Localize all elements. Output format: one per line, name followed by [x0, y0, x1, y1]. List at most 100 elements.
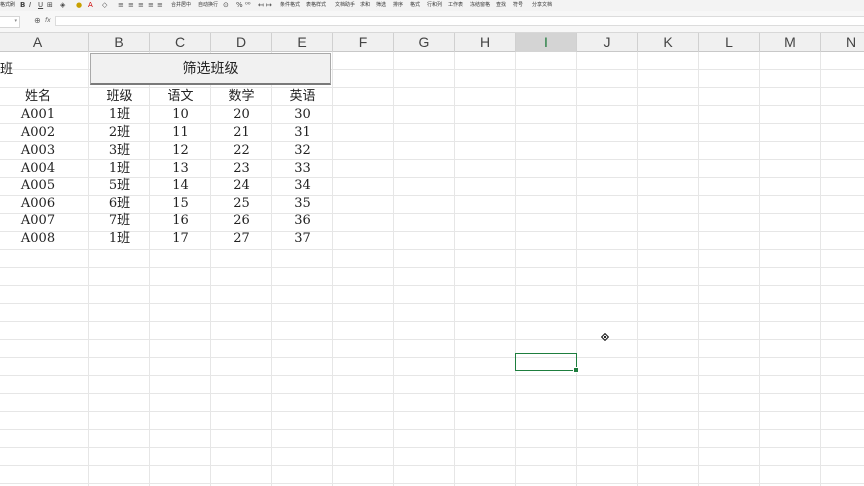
freeze-panes-button[interactable]: 冻结窗格: [470, 2, 490, 8]
formula-input[interactable]: [55, 16, 864, 26]
cell-name[interactable]: A006: [8, 195, 68, 213]
header-chinese[interactable]: 语文: [150, 88, 211, 106]
cell-class[interactable]: 1班: [89, 160, 150, 178]
cell-a1[interactable]: 班: [0, 61, 40, 79]
cell-name[interactable]: A001: [8, 106, 68, 124]
cell-class[interactable]: 3班: [89, 142, 150, 160]
decrease-decimal-icon[interactable]: ↦: [266, 1, 272, 9]
number-format-icon[interactable]: ⊙: [223, 1, 229, 9]
cell-math[interactable]: 20: [211, 106, 272, 124]
column-header-m[interactable]: M: [760, 33, 821, 52]
find-button[interactable]: 查找: [496, 2, 506, 8]
cell-math[interactable]: 23: [211, 160, 272, 178]
share-doc-button[interactable]: 分享文档: [532, 2, 552, 8]
clear-format-icon[interactable]: ◇: [102, 1, 107, 9]
symbol-button[interactable]: 符号: [513, 2, 523, 8]
align-right-icon[interactable]: ≡: [138, 1, 144, 9]
worksheet-button[interactable]: 工作表: [448, 2, 463, 8]
cell-math[interactable]: 25: [211, 195, 272, 213]
cell-english[interactable]: 34: [272, 177, 333, 195]
cell-class[interactable]: 1班: [89, 230, 150, 248]
header-math[interactable]: 数学: [211, 88, 272, 106]
percent-button[interactable]: %: [236, 1, 243, 9]
fill-handle[interactable]: [573, 367, 579, 373]
column-header-l[interactable]: L: [699, 33, 760, 52]
column-header-a[interactable]: A: [0, 33, 89, 52]
column-header-b[interactable]: B: [89, 33, 150, 52]
cell-math[interactable]: 27: [211, 230, 272, 248]
zoom-icon[interactable]: ⊕: [34, 16, 41, 26]
active-cell-selection[interactable]: [515, 353, 579, 373]
border-icon[interactable]: ⊞: [47, 1, 53, 9]
name-box[interactable]: ▾: [0, 16, 20, 28]
cell-english[interactable]: 37: [272, 230, 333, 248]
format-button[interactable]: 格式: [410, 2, 420, 8]
header-name[interactable]: 姓名: [8, 88, 68, 106]
row-column-button[interactable]: 行和列: [427, 2, 442, 8]
conditional-format-button[interactable]: 条件格式: [280, 2, 300, 8]
header-english[interactable]: 英语: [272, 88, 333, 106]
sort-button[interactable]: 排序: [393, 2, 403, 8]
align-center-icon[interactable]: ≡: [128, 1, 134, 9]
align-left-icon[interactable]: ≡: [118, 1, 124, 9]
cell-class[interactable]: 1班: [89, 106, 150, 124]
cell-name[interactable]: A005: [8, 177, 68, 195]
column-header-g[interactable]: G: [394, 33, 455, 52]
highlight-icon[interactable]: ●: [76, 1, 82, 9]
cell-name[interactable]: A002: [8, 124, 68, 142]
cell-chinese[interactable]: 15: [150, 195, 211, 213]
cell-math[interactable]: 24: [211, 177, 272, 195]
chevron-down-icon[interactable]: ▾: [14, 18, 17, 24]
cell-class[interactable]: 7班: [89, 212, 150, 230]
column-header-j[interactable]: J: [577, 33, 638, 52]
cell-name[interactable]: A007: [8, 212, 68, 230]
cell-english[interactable]: 33: [272, 160, 333, 178]
fill-color-icon[interactable]: ◈: [60, 1, 65, 9]
column-header-c[interactable]: C: [150, 33, 211, 52]
sum-button[interactable]: 求和: [360, 2, 370, 8]
italic-button[interactable]: I: [29, 1, 31, 9]
cell-english[interactable]: 36: [272, 212, 333, 230]
doc-assistant-button[interactable]: 文档助手: [335, 2, 355, 8]
table-style-button[interactable]: 表格样式: [306, 2, 326, 8]
cell-chinese[interactable]: 16: [150, 212, 211, 230]
cell-math[interactable]: 22: [211, 142, 272, 160]
bold-button[interactable]: B: [20, 1, 25, 9]
column-header-d[interactable]: D: [211, 33, 272, 52]
cell-chinese[interactable]: 11: [150, 124, 211, 142]
cell-name[interactable]: A004: [8, 160, 68, 178]
header-class[interactable]: 班级: [89, 88, 150, 106]
increase-decimal-icon[interactable]: ↤: [258, 1, 264, 9]
font-color-button[interactable]: A: [88, 1, 93, 9]
column-header-f[interactable]: F: [333, 33, 394, 52]
cell-chinese[interactable]: 14: [150, 177, 211, 195]
cell-math[interactable]: 21: [211, 124, 272, 142]
underline-button[interactable]: U: [38, 1, 43, 9]
merge-center-button[interactable]: 合并居中: [171, 2, 191, 8]
column-header-i[interactable]: I: [516, 33, 577, 52]
cell-chinese[interactable]: 17: [150, 230, 211, 248]
justify-icon[interactable]: ≡: [148, 1, 154, 9]
cell-english[interactable]: 32: [272, 142, 333, 160]
cell-chinese[interactable]: 13: [150, 160, 211, 178]
thousands-icon[interactable]: ⁰⁰: [245, 1, 251, 9]
cell-chinese[interactable]: 10: [150, 106, 211, 124]
cell-english[interactable]: 30: [272, 106, 333, 124]
cell-english[interactable]: 31: [272, 124, 333, 142]
cell-chinese[interactable]: 12: [150, 142, 211, 160]
cell-class[interactable]: 6班: [89, 195, 150, 213]
cell-class[interactable]: 2班: [89, 124, 150, 142]
column-header-k[interactable]: K: [638, 33, 699, 52]
cell-class[interactable]: 5班: [89, 177, 150, 195]
column-header-h[interactable]: H: [455, 33, 516, 52]
column-header-n[interactable]: N: [821, 33, 864, 52]
distribute-icon[interactable]: ≡: [157, 1, 163, 9]
filter-toolbar-button[interactable]: 筛选: [376, 2, 386, 8]
cell-name[interactable]: A003: [8, 142, 68, 160]
filter-class-button[interactable]: 筛选班级: [90, 53, 331, 85]
fx-icon[interactable]: fx: [45, 16, 51, 26]
column-header-e[interactable]: E: [272, 33, 333, 52]
cell-math[interactable]: 26: [211, 212, 272, 230]
cell-english[interactable]: 35: [272, 195, 333, 213]
cell-name[interactable]: A008: [8, 230, 68, 248]
